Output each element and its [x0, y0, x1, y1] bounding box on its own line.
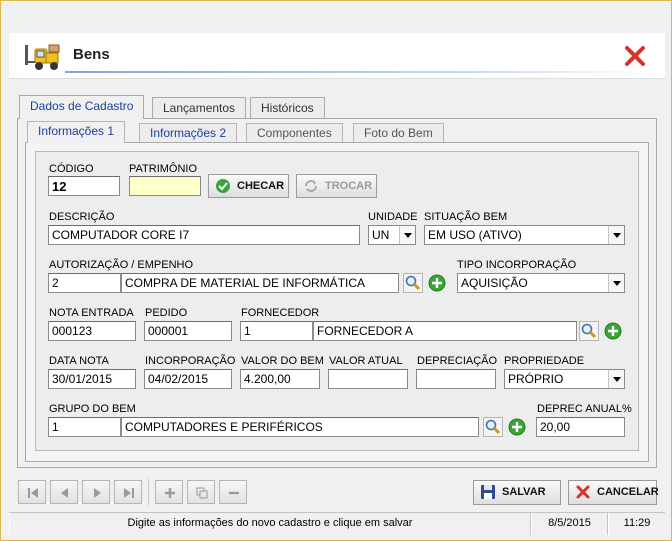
search-icon[interactable] [483, 417, 503, 437]
add-icon[interactable] [603, 321, 623, 341]
status-date: 8/5/2015 [531, 513, 608, 535]
plus-icon [165, 488, 175, 498]
valor-atual-field[interactable] [328, 369, 408, 389]
close-icon[interactable] [623, 44, 647, 68]
refresh-icon [305, 180, 317, 192]
depreciacao-label: DEPRECIAÇÃO [417, 355, 498, 367]
patrimonio-field[interactable] [129, 176, 201, 196]
forklift-icon [25, 44, 60, 70]
search-icon[interactable] [403, 273, 423, 293]
status-message: Digite as informações do novo cadastro e… [9, 513, 531, 535]
pedido-field[interactable]: 000001 [144, 321, 232, 341]
delete-record-button[interactable] [219, 480, 247, 504]
check-icon [216, 179, 230, 193]
data-nota-label: DATA NOTA [49, 355, 109, 367]
skip-last-icon [124, 488, 134, 498]
copy-icon [196, 487, 208, 499]
data-nota-field[interactable]: 30/01/2015 [48, 369, 136, 389]
search-icon[interactable] [579, 321, 599, 341]
autorizacao-code-field[interactable]: 2 [48, 273, 121, 293]
next-record-button[interactable] [82, 480, 110, 504]
deprec-anual-label: DEPREC ANUAL% [537, 403, 632, 415]
floppy-icon [481, 485, 495, 499]
chevron-down-icon[interactable] [608, 274, 624, 292]
situacao-label: SITUAÇÃO BEM [424, 211, 508, 223]
chevron-right-icon [94, 488, 101, 498]
copy-record-button[interactable] [187, 480, 215, 504]
chevron-down-icon[interactable] [608, 226, 624, 244]
deprec-anual-field[interactable]: 20,00 [536, 417, 625, 437]
tab-lancamentos[interactable]: Lançamentos [152, 97, 247, 119]
chevron-down-icon[interactable] [608, 370, 624, 388]
codigo-field[interactable]: 12 [48, 176, 120, 196]
window-header: Bens [9, 33, 665, 79]
window: Bens Dados de Cadastro Lançamentos Histó… [0, 0, 672, 541]
fornecedor-label: FORNECEDOR [241, 307, 320, 319]
fornecedor-code-field[interactable]: 1 [240, 321, 313, 341]
codigo-label: CÓDIGO [49, 163, 94, 175]
new-record-button[interactable] [155, 480, 183, 504]
toolbar-separator [148, 479, 149, 505]
valor-bem-field[interactable]: 4.200,00 [240, 369, 320, 389]
checar-button[interactable]: CHECAR [208, 174, 289, 198]
propriedade-select[interactable]: PRÓPRIO [504, 369, 625, 389]
last-record-button[interactable] [114, 480, 142, 504]
cancel-icon [576, 485, 590, 499]
pedido-label: PEDIDO [145, 307, 188, 319]
incorporacao-field[interactable]: 04/02/2015 [144, 369, 232, 389]
autorizacao-label: AUTORIZAÇÃO / EMPENHO [49, 259, 194, 271]
cancelar-button[interactable]: CANCELAR [568, 480, 659, 505]
valor-atual-label: VALOR ATUAL [329, 355, 403, 367]
chevron-left-icon [61, 488, 68, 498]
patrimonio-label: PATRIMÔNIO [129, 163, 198, 175]
status-bar: Digite as informações do novo cadastro e… [9, 512, 665, 535]
descricao-field[interactable]: COMPUTADOR CORE I7 [48, 225, 360, 245]
tab-dados-de-cadastro[interactable]: Dados de Cadastro [19, 95, 145, 119]
trocar-button[interactable]: TROCAR [296, 174, 377, 198]
autorizacao-name-field[interactable]: COMPRA DE MATERIAL DE INFORMÁTICA [121, 273, 399, 293]
fornecedor-name-field[interactable]: FORNECEDOR A [313, 321, 577, 341]
subtab-informacoes-2[interactable]: Informações 2 [139, 123, 238, 143]
depreciacao-field[interactable] [416, 369, 496, 389]
unidade-label: UNIDADE [368, 211, 418, 223]
grupo-bem-code-field[interactable]: 1 [48, 417, 121, 437]
incorporacao-label: INCORPORAÇÃO [145, 355, 236, 367]
previous-record-button[interactable] [50, 480, 78, 504]
subtab-informacoes-1[interactable]: Informações 1 [27, 121, 126, 143]
grupo-bem-label: GRUPO DO BEM [49, 403, 136, 415]
subtab-foto-do-bem[interactable]: Foto do Bem [353, 123, 444, 143]
first-record-button[interactable] [18, 480, 46, 504]
propriedade-label: PROPRIEDADE [504, 355, 585, 367]
nota-entrada-label: NOTA ENTRADA [49, 307, 134, 319]
nota-entrada-field[interactable]: 000123 [48, 321, 136, 341]
subtab-componentes[interactable]: Componentes [246, 123, 343, 143]
chevron-down-icon[interactable] [399, 226, 415, 244]
skip-first-icon [28, 488, 38, 498]
valor-bem-label: VALOR DO BEM [241, 355, 324, 367]
tipo-incorporacao-select[interactable]: AQUISIÇÃO [457, 273, 625, 293]
tab-historicos[interactable]: Históricos [250, 97, 325, 119]
minus-icon [229, 491, 239, 495]
window-title: Bens [73, 46, 110, 63]
add-icon[interactable] [507, 417, 527, 437]
situacao-select[interactable]: EM USO (ATIVO) [424, 225, 625, 245]
grupo-bem-name-field[interactable]: COMPUTADORES E PERIFÉRICOS [121, 417, 479, 437]
unidade-select[interactable]: UN [368, 225, 416, 245]
descricao-label: DESCRIÇÃO [49, 211, 115, 223]
add-icon[interactable] [427, 273, 447, 293]
title-underline [65, 71, 655, 73]
salvar-button[interactable]: SALVAR [473, 480, 561, 505]
tipo-incorporacao-label: TIPO INCORPORAÇÃO [457, 259, 577, 271]
status-time: 11:29 [608, 513, 665, 535]
